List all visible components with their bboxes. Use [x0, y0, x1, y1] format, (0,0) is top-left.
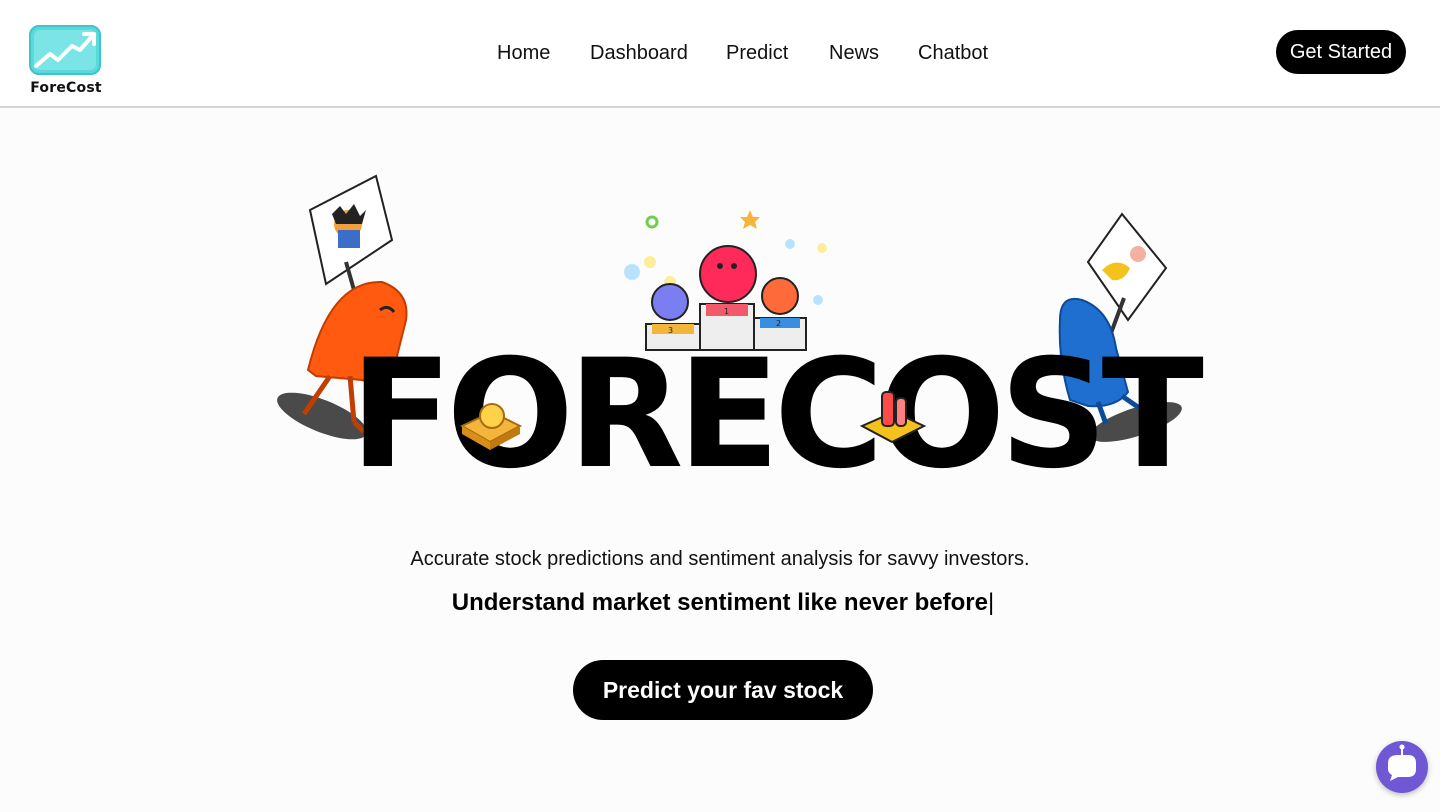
hero-tagline: Accurate stock predictions and sentiment… [410, 548, 1030, 570]
brand-name: ForeCost [30, 80, 102, 96]
nav-link-chatbot[interactable]: Chatbot [918, 40, 988, 66]
nav-link-dashboard[interactable]: Dashboard [590, 40, 688, 66]
nav-link-home[interactable]: Home [497, 40, 550, 66]
get-started-button[interactable]: Get Started [1276, 30, 1406, 74]
top-navbar: ForeCost Home Dashboard Predict News Cha… [0, 0, 1440, 108]
coin-box-icon [459, 403, 523, 450]
typewriter-text: Understand market sentiment like never b… [451, 589, 988, 616]
podium-place-2: 2 [776, 319, 781, 328]
vote-box-icon [859, 391, 927, 444]
main-nav: Home Dashboard Predict News Chatbot [0, 40, 1440, 68]
podium-place-1: 1 [724, 307, 729, 316]
nav-link-news[interactable]: News [829, 40, 879, 66]
chatbot-launcher-button[interactable] [1376, 741, 1428, 793]
predict-stock-button[interactable]: Predict your fav stock [573, 660, 873, 720]
chat-bubble-icon [1388, 744, 1416, 781]
typewriter-cursor: | [987, 589, 995, 616]
hero-subline: Understand market sentiment like never b… [0, 589, 1440, 617]
nav-link-predict[interactable]: Predict [726, 40, 788, 66]
